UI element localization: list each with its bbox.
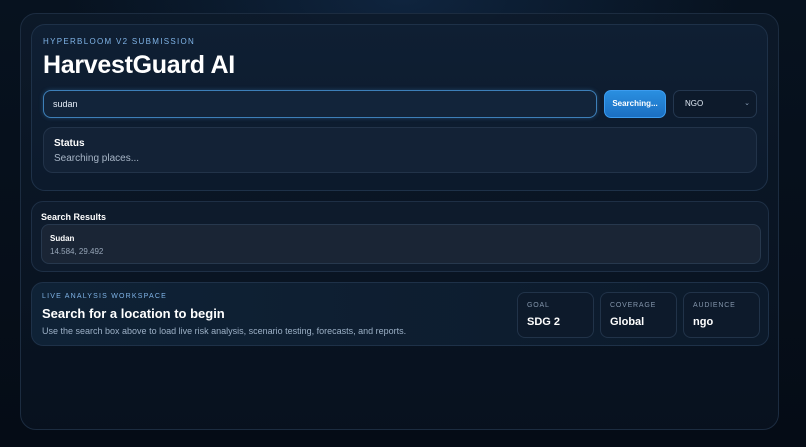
- stat-coverage: COVERAGE Global: [600, 292, 677, 338]
- stat-goal: GOAL SDG 2: [517, 292, 594, 338]
- workspace-eyebrow: LIVE ANALYSIS WORKSPACE: [42, 293, 167, 300]
- stat-label: AUDIENCE: [693, 302, 736, 309]
- role-select-value: NGO: [685, 99, 704, 108]
- workspace-subtext: Use the search box above to load live ri…: [42, 326, 407, 336]
- search-input[interactable]: sudan: [43, 90, 597, 118]
- workspace-heading: Search for a location to begin: [42, 306, 225, 321]
- status-text: Searching places...: [54, 153, 140, 164]
- result-name: Sudan: [50, 234, 75, 243]
- stat-label: COVERAGE: [610, 302, 657, 309]
- chevron-down-icon: ⌄: [744, 100, 750, 107]
- stat-value: SDG 2: [527, 316, 561, 328]
- role-select[interactable]: NGO ⌄: [673, 90, 757, 118]
- status-label: Status: [54, 138, 85, 149]
- stat-value: Global: [610, 316, 645, 328]
- search-results-panel: Search Results Sudan 14.584, 29.492: [31, 201, 769, 272]
- search-button[interactable]: Searching...: [604, 90, 666, 118]
- app-title: HarvestGuard AI: [43, 51, 235, 79]
- analysis-workspace-panel: LIVE ANALYSIS WORKSPACE Search for a loc…: [31, 282, 769, 346]
- result-coords: 14.584, 29.492: [50, 247, 104, 256]
- stat-audience: AUDIENCE ngo: [683, 292, 760, 338]
- result-item[interactable]: Sudan 14.584, 29.492: [41, 224, 761, 264]
- stat-label: GOAL: [527, 302, 550, 309]
- submission-eyebrow: HYPERBLOOM V2 SUBMISSION: [43, 37, 196, 46]
- status-card: Status Searching places...: [43, 127, 757, 173]
- search-results-title: Search Results: [41, 212, 107, 222]
- stat-value: ngo: [693, 316, 714, 328]
